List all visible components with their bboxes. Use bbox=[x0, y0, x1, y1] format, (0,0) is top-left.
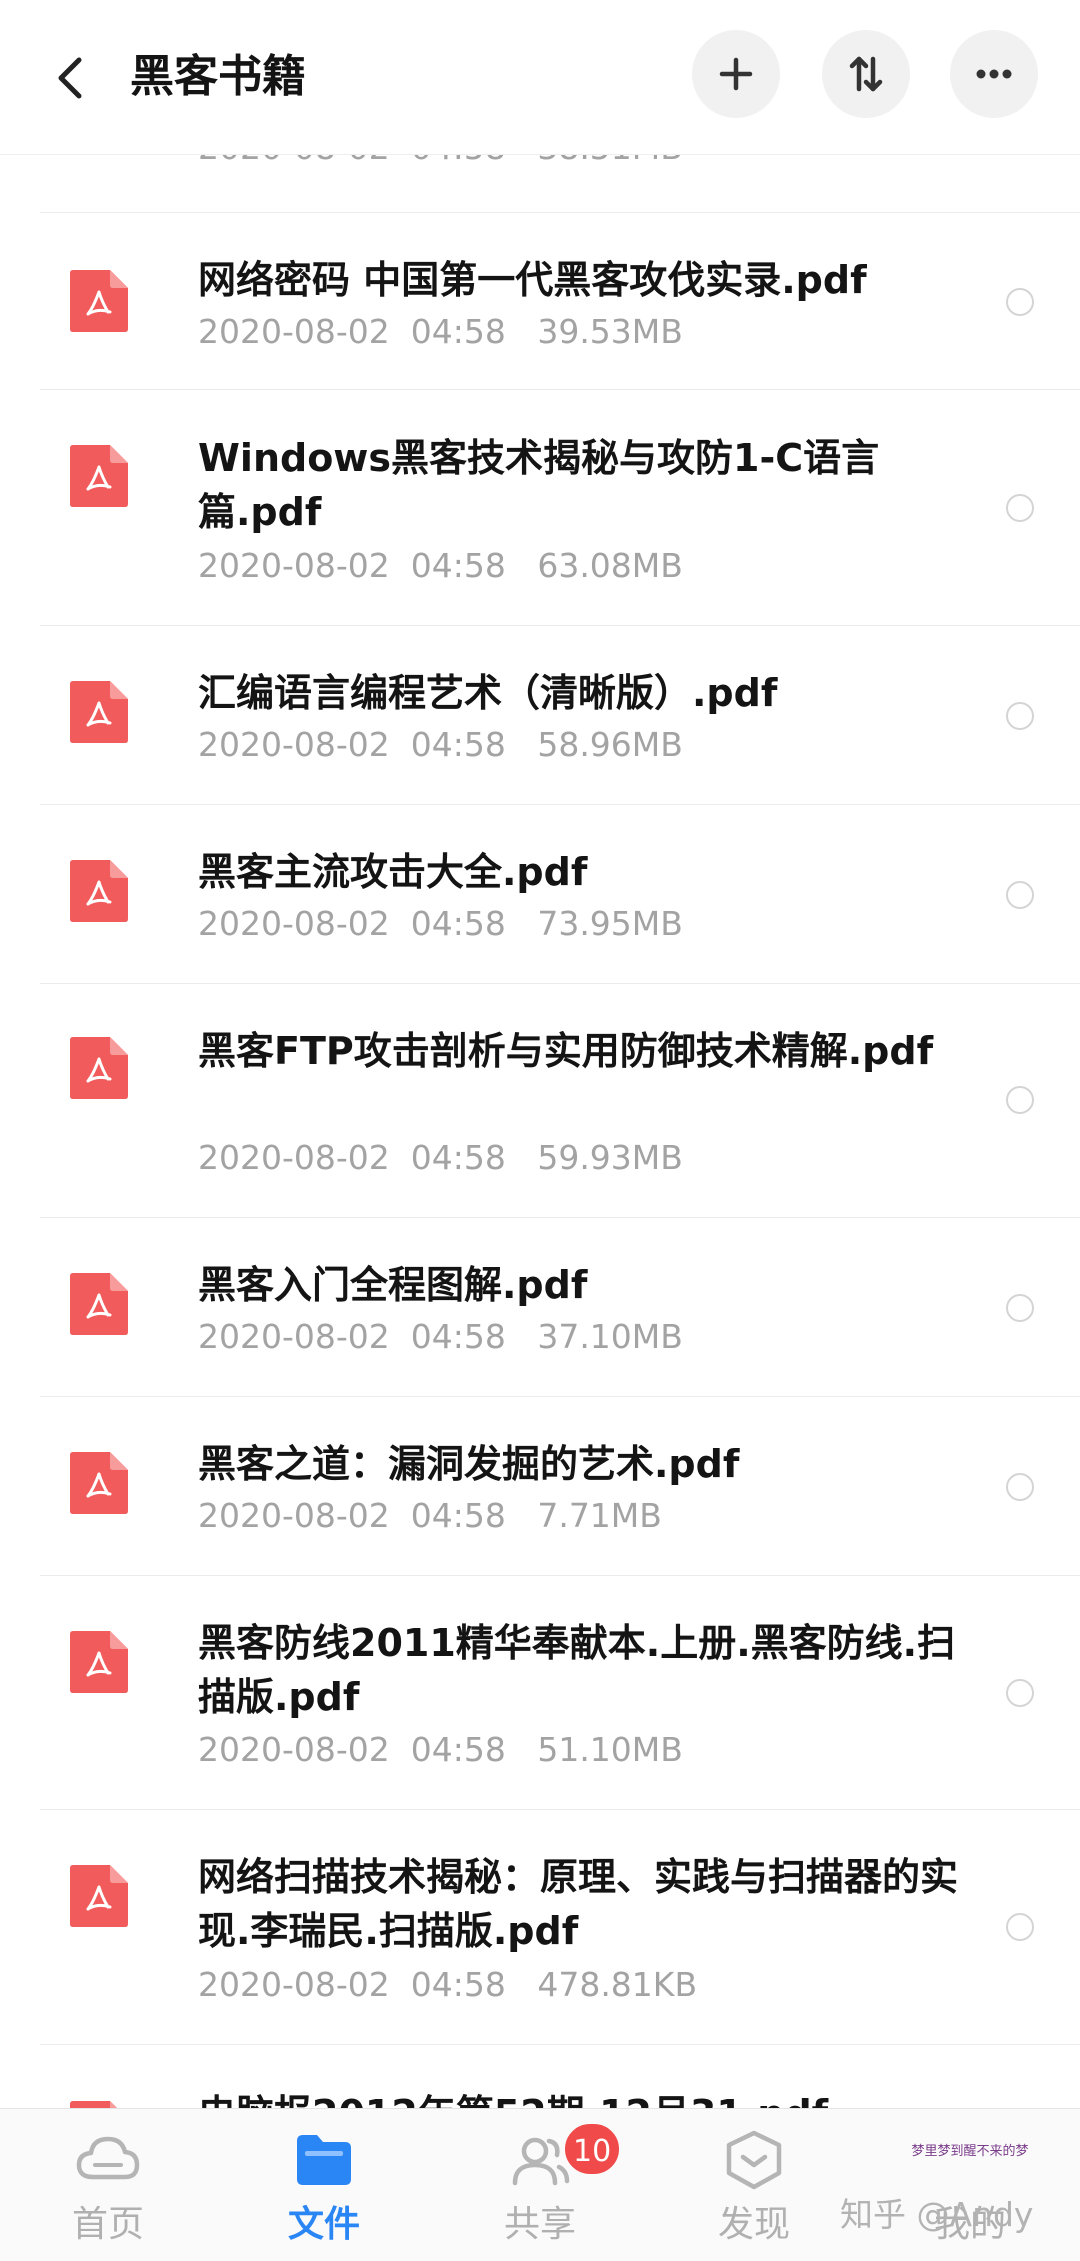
file-name: 黑客之道：漏洞发掘的艺术.pdf bbox=[198, 1442, 740, 1486]
pdf-file-icon bbox=[70, 860, 128, 922]
pdf-file-icon bbox=[70, 1452, 128, 1514]
select-radio[interactable] bbox=[1006, 702, 1034, 730]
cloud-icon bbox=[76, 2136, 140, 2180]
nav-label: 文件 bbox=[287, 2204, 360, 2245]
nav-profile[interactable]: 梦里梦到醒不来的梦 我的 bbox=[900, 2109, 1040, 2261]
file-meta: 2020-08-02 04:58 58.96MB bbox=[198, 725, 683, 764]
file-name: 电脑报2012年第52期.12月31.pdf bbox=[198, 2087, 978, 2108]
sort-button[interactable] bbox=[822, 30, 910, 118]
watermark: 知乎 @Andy bbox=[840, 2195, 1034, 2234]
plus-icon bbox=[719, 57, 753, 91]
pdf-file-icon bbox=[70, 1865, 128, 1927]
top-app-bar: 黑客书籍 bbox=[0, 0, 1080, 155]
file-name: 网络密码 中国第一代黑客攻伐实录.pdf bbox=[198, 258, 867, 302]
file-meta: 2020-08-02 04:58 59.93MB bbox=[198, 1138, 683, 1177]
file-row[interactable]: 黑客入门全程图解.pdf 2020-08-02 04:58 37.10MB bbox=[0, 1218, 1080, 1397]
file-row[interactable]: 网络扫描技术揭秘：原理、实践与扫描器的实现.李瑞民.扫描版.pdf 2020-0… bbox=[0, 1810, 1080, 2045]
file-name: 黑客FTP攻击剖析与实用防御技术精解.pdf bbox=[198, 1029, 934, 1073]
nav-label: 共享 bbox=[503, 2204, 576, 2245]
select-radio[interactable] bbox=[1006, 1473, 1034, 1501]
file-row[interactable]: 黑客主流攻击大全.pdf 2020-08-02 04:58 73.95MB bbox=[0, 805, 1080, 984]
file-row[interactable]: 黑客防线2011精华奉献本.上册.黑客防线.扫描版.pdf 2020-08-02… bbox=[0, 1576, 1080, 1810]
page-title: 黑客书籍 bbox=[130, 51, 306, 102]
file-meta: 2020-08-02 04:58 39.53MB bbox=[198, 312, 683, 351]
file-name: 汇编语言编程艺术（清晰版）.pdf bbox=[198, 671, 778, 715]
nav-label: 首页 bbox=[71, 2204, 144, 2245]
file-row[interactable]: 电脑报2012年第52期.12月31.pdf bbox=[0, 2045, 1080, 2108]
pdf-file-icon bbox=[70, 1631, 128, 1693]
file-name: 黑客主流攻击大全.pdf bbox=[198, 850, 588, 894]
nav-label: 发现 bbox=[717, 2204, 790, 2245]
file-name: 黑客防线2011精华奉献本.上册.黑客防线.扫描版.pdf bbox=[198, 1621, 956, 1719]
folder-icon bbox=[297, 2135, 351, 2185]
select-radio[interactable] bbox=[1006, 1679, 1034, 1707]
file-row[interactable]: Windows黑客技术揭秘与攻防1-C语言篇.pdf 2020-08-02 04… bbox=[0, 390, 1080, 626]
file-meta: 2020-08-02 04:58 63.08MB bbox=[198, 546, 683, 585]
file-row[interactable]: 黑客之道：漏洞发掘的艺术.pdf 2020-08-02 04:58 7.71MB bbox=[0, 1397, 1080, 1576]
pdf-file-icon bbox=[70, 2101, 117, 2108]
pdf-file-icon bbox=[70, 1037, 128, 1099]
notification-badge: 10 bbox=[562, 2121, 623, 2177]
file-meta: 2020-08-02 04:58 7.71MB bbox=[198, 1496, 662, 1535]
nav-share[interactable]: 10 共享 bbox=[470, 2109, 623, 2261]
file-name: 网络扫描技术揭秘：原理、实践与扫描器的实现.李瑞民.扫描版.pdf bbox=[198, 1855, 959, 1953]
file-row[interactable]: 黑客FTP攻击剖析与实用防御技术精解.pdf 2020-08-02 04:58 … bbox=[0, 984, 1080, 1218]
file-meta: 2020-08-02 04:58 73.95MB bbox=[198, 904, 683, 943]
avatar: 梦里梦到醒不来的梦 bbox=[911, 2144, 1029, 2159]
nav-home[interactable]: 首页 bbox=[38, 2109, 178, 2261]
more-dots-icon bbox=[976, 69, 1012, 79]
nav-discover[interactable]: 发现 bbox=[684, 2109, 824, 2261]
file-meta: 2020-08-02 04:58 37.10MB bbox=[198, 1317, 683, 1356]
bottom-nav: 首页 文件 10 共享 发现 梦里梦到醒不来的梦 我的 bbox=[0, 2108, 1080, 2261]
more-button[interactable] bbox=[950, 30, 1038, 118]
file-row[interactable]: 网络密码 中国第一代黑客攻伐实录.pdf 2020-08-02 04:58 39… bbox=[0, 212, 1080, 390]
select-radio[interactable] bbox=[1006, 494, 1034, 522]
select-radio[interactable] bbox=[1006, 1913, 1034, 1941]
select-radio[interactable] bbox=[1006, 1086, 1034, 1114]
sort-icon bbox=[849, 56, 883, 92]
file-meta: 2020-08-02 04:58 478.81KB bbox=[198, 1965, 698, 2004]
chevron-left-icon bbox=[58, 57, 82, 99]
back-button[interactable] bbox=[40, 38, 100, 118]
pdf-file-icon bbox=[70, 270, 128, 332]
file-name: Windows黑客技术揭秘与攻防1-C语言篇.pdf bbox=[198, 436, 880, 534]
select-radio[interactable] bbox=[1006, 881, 1034, 909]
discover-box-icon bbox=[726, 2130, 782, 2190]
file-meta: 2020-08-02 04:58 51.10MB bbox=[198, 1730, 683, 1769]
add-button[interactable] bbox=[692, 30, 780, 118]
select-radio[interactable] bbox=[1006, 1294, 1034, 1322]
file-row[interactable]: 汇编语言编程艺术（清晰版）.pdf 2020-08-02 04:58 58.96… bbox=[0, 626, 1080, 805]
select-radio[interactable] bbox=[1006, 288, 1034, 316]
nav-files[interactable]: 文件 bbox=[254, 2109, 394, 2261]
pdf-file-icon bbox=[70, 445, 128, 507]
pdf-file-icon bbox=[70, 681, 128, 743]
pdf-file-icon bbox=[70, 1273, 128, 1335]
file-name: 黑客入门全程图解.pdf bbox=[198, 1263, 588, 1307]
